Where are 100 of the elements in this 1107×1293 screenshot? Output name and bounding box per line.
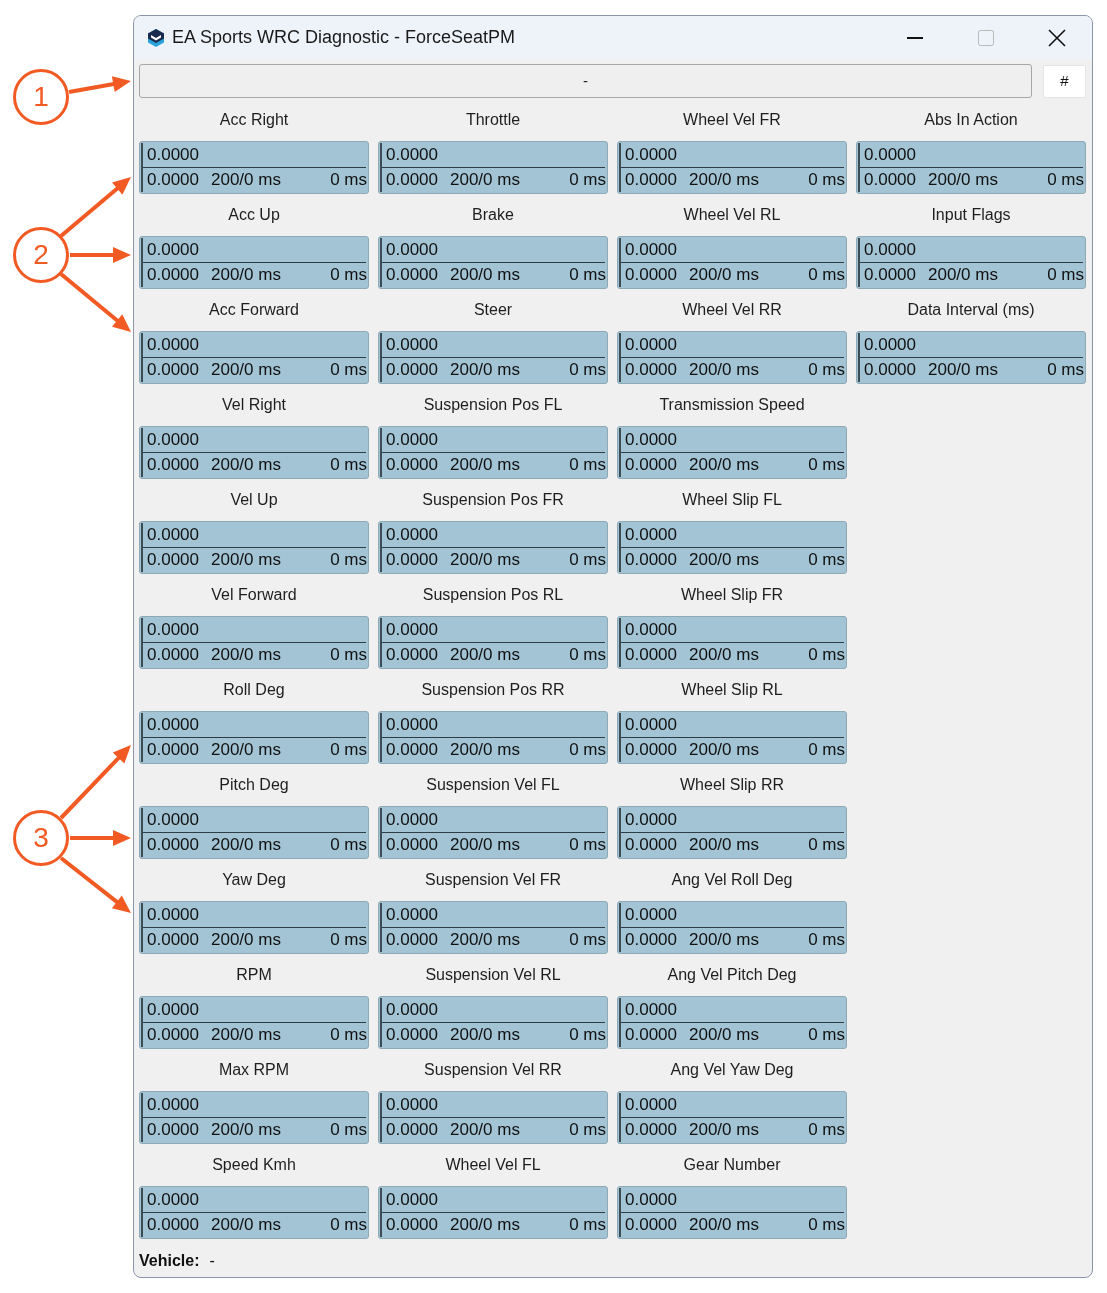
gauge-label: Speed Kmh <box>212 1155 296 1175</box>
gauge-rate: 200/0 ms <box>450 645 520 665</box>
status-field[interactable]: - <box>139 64 1032 98</box>
gauge-value: 0.0000 <box>624 620 677 640</box>
gauge-value: 0.0000 <box>385 1000 438 1020</box>
gauge-label: Steer <box>473 300 513 320</box>
gauge-time: 0 ms <box>569 645 607 665</box>
gauge-rate: 200/0 ms <box>211 455 281 475</box>
gauge-secondary-value: 0.0000 <box>385 835 438 855</box>
gauge-time: 0 ms <box>569 265 607 285</box>
gauge-label: Input Flags <box>931 205 1011 225</box>
gauge-time: 0 ms <box>569 170 607 190</box>
gauge-time: 0 ms <box>330 930 368 950</box>
gauge-rate: 200/0 ms <box>211 550 281 570</box>
gauge-value: 0.0000 <box>863 240 916 260</box>
gauge-time: 0 ms <box>330 1120 368 1140</box>
gauge-value: 0.0000 <box>624 430 677 450</box>
gauge-label: Transmission Speed <box>659 395 805 415</box>
gauge-value: 0.0000 <box>624 715 677 735</box>
gauge-rate: 200/0 ms <box>450 930 520 950</box>
gauge-secondary-value: 0.0000 <box>863 265 916 285</box>
gauge-time: 0 ms <box>808 170 846 190</box>
gauge-value: 0.0000 <box>385 905 438 925</box>
gauge-value: 0.0000 <box>146 335 199 355</box>
gauge-rate: 200/0 ms <box>450 455 520 475</box>
gauge-rate: 200/0 ms <box>211 1025 281 1045</box>
gauge-value: 0.0000 <box>624 905 677 925</box>
gauge-secondary-value: 0.0000 <box>385 1025 438 1045</box>
gauge-rate: 200/0 ms <box>211 265 281 285</box>
gauge-secondary-value: 0.0000 <box>385 455 438 475</box>
gauge-secondary-value: 0.0000 <box>624 170 677 190</box>
gauge-time: 0 ms <box>808 360 846 380</box>
gauge-value: 0.0000 <box>624 1000 677 1020</box>
gauge-label: Wheel Vel FR <box>683 110 781 130</box>
gauge-value: 0.0000 <box>146 1000 199 1020</box>
gauge-rate: 200/0 ms <box>211 170 281 190</box>
gauge-rate: 200/0 ms <box>689 1120 759 1140</box>
gauge-time: 0 ms <box>330 265 368 285</box>
gauge-secondary-value: 0.0000 <box>146 645 199 665</box>
gauge-secondary-value: 0.0000 <box>385 1215 438 1235</box>
gauge-label: Ang Vel Yaw Deg <box>670 1060 794 1080</box>
gauge-value: 0.0000 <box>624 1190 677 1210</box>
callout-arrow <box>70 830 131 846</box>
gauge-value: 0.0000 <box>385 620 438 640</box>
gauge-label: Wheel Vel RR <box>682 300 782 320</box>
gauge-label: Vel Right <box>221 395 286 415</box>
gauge-label: Acc Forward <box>209 300 299 320</box>
gauge-rate: 200/0 ms <box>211 740 281 760</box>
gauge-secondary-value: 0.0000 <box>146 930 199 950</box>
gauge-value: 0.0000 <box>146 240 199 260</box>
gauge-rate: 200/0 ms <box>211 930 281 950</box>
gauge-secondary-value: 0.0000 <box>385 930 438 950</box>
gauge-label: Wheel Slip FL <box>682 490 782 510</box>
gauge-rate: 200/0 ms <box>689 360 759 380</box>
gauge-rate: 200/0 ms <box>928 265 998 285</box>
gauge-label: Throttle <box>465 110 521 130</box>
gauge-rate: 200/0 ms <box>450 170 520 190</box>
gauge-rate: 200/0 ms <box>211 360 281 380</box>
gauge-secondary-value: 0.0000 <box>385 265 438 285</box>
hash-button[interactable]: # <box>1043 64 1086 98</box>
gauge-time: 0 ms <box>330 835 368 855</box>
callout-number: 2 <box>13 227 69 283</box>
gauge-value: 0.0000 <box>146 715 199 735</box>
gauge-secondary-value: 0.0000 <box>385 740 438 760</box>
gauge-time: 0 ms <box>808 265 846 285</box>
gauge-time: 0 ms <box>808 550 846 570</box>
gauge-label: Vel Forward <box>211 585 297 605</box>
gauge-value: 0.0000 <box>385 1095 438 1115</box>
gauge-secondary-value: 0.0000 <box>146 1120 199 1140</box>
gauge-secondary-value: 0.0000 <box>146 1025 199 1045</box>
gauge-secondary-value: 0.0000 <box>146 170 199 190</box>
gauge-label: Acc Up <box>228 205 280 225</box>
gauge-value: 0.0000 <box>146 145 199 165</box>
gauge-time: 0 ms <box>330 170 368 190</box>
gauge-time: 0 ms <box>330 360 368 380</box>
gauge-rate: 200/0 ms <box>450 265 520 285</box>
gauge-time: 0 ms <box>569 455 607 475</box>
gauge-rate: 200/0 ms <box>689 930 759 950</box>
gauge-time: 0 ms <box>1047 360 1085 380</box>
gauge-secondary-value: 0.0000 <box>385 645 438 665</box>
gauge-time: 0 ms <box>569 740 607 760</box>
gauge-label: Pitch Deg <box>219 775 289 795</box>
gauge-value: 0.0000 <box>146 810 199 830</box>
gauge-secondary-value: 0.0000 <box>146 455 199 475</box>
gauge-time: 0 ms <box>569 1120 607 1140</box>
gauge-rate: 200/0 ms <box>928 360 998 380</box>
gauge-time: 0 ms <box>330 740 368 760</box>
gauge-secondary-value: 0.0000 <box>624 550 677 570</box>
gauge-label: Suspension Pos RR <box>421 680 565 700</box>
gauge-label: Suspension Vel RR <box>424 1060 562 1080</box>
gauge-value: 0.0000 <box>624 1095 677 1115</box>
gauge-label: Roll Deg <box>223 680 285 700</box>
gauge-time: 0 ms <box>1047 265 1085 285</box>
gauge-label: Ang Vel Pitch Deg <box>667 965 797 985</box>
gauge-value: 0.0000 <box>624 525 677 545</box>
vehicle-label: Vehicle: <box>139 1251 200 1271</box>
gauge-rate: 200/0 ms <box>211 1120 281 1140</box>
gauge-secondary-value: 0.0000 <box>146 740 199 760</box>
gauge-secondary-value: 0.0000 <box>385 170 438 190</box>
gauge-secondary-value: 0.0000 <box>146 550 199 570</box>
